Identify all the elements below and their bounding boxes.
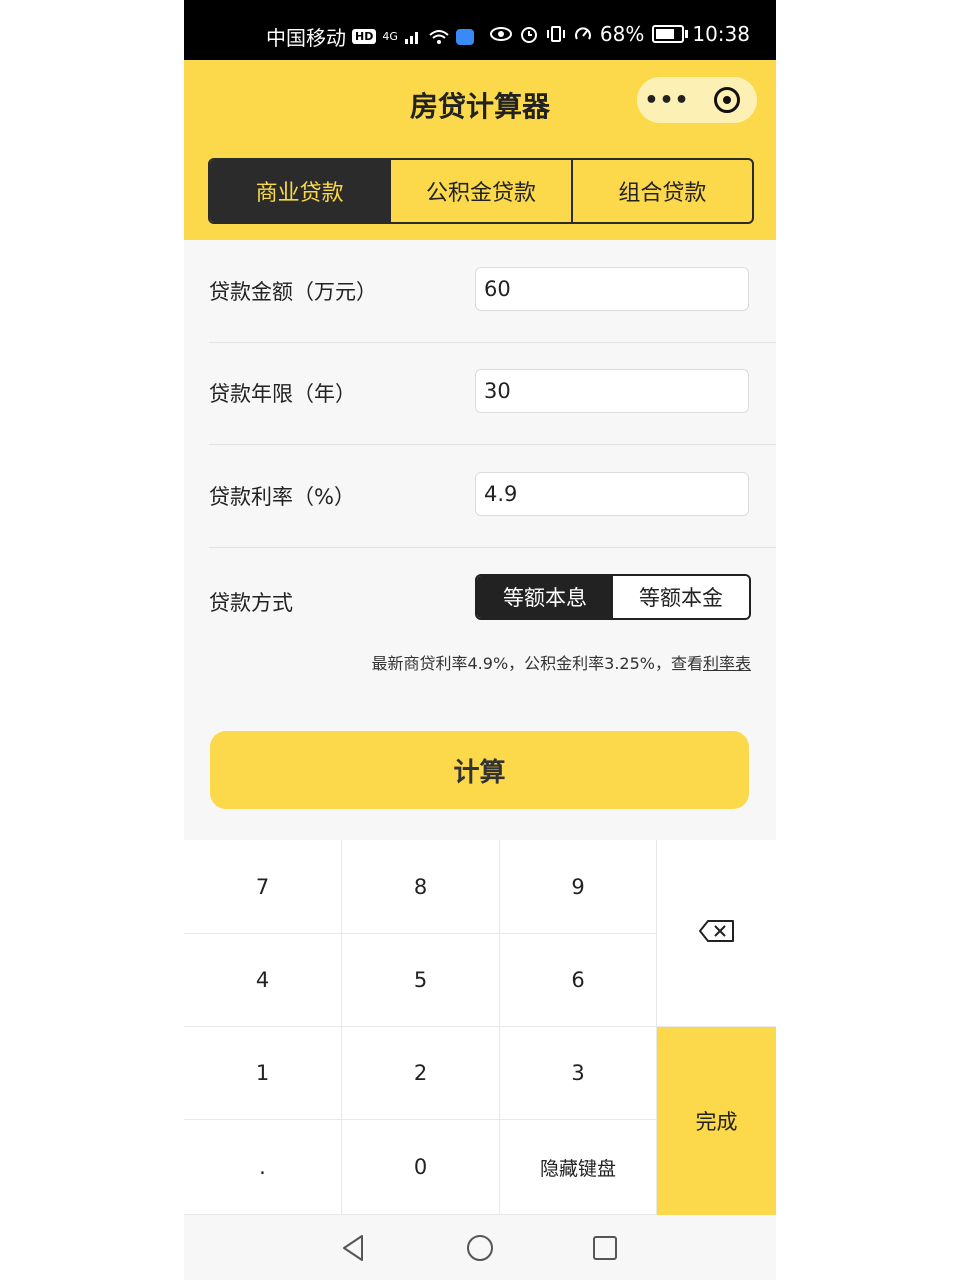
loan-rate-input[interactable]: 4.9: [475, 472, 749, 516]
backspace-key[interactable]: [657, 840, 776, 1027]
battery-percent: 68%: [599, 22, 645, 46]
more-icon[interactable]: •••: [637, 88, 697, 113]
repayment-method-row: 贷款方式 等额本息 等额本金: [209, 547, 776, 627]
backspace-icon: [698, 919, 736, 948]
key-0[interactable]: 0: [342, 1120, 500, 1215]
status-bar: 中国移动 HD 4G 68% 10:38: [184, 0, 776, 60]
rate-note: 最新商贷利率4.9%，公积金利率3.25%，查看利率表: [372, 650, 752, 674]
vibrate-icon: [546, 25, 566, 43]
loan-term-row: 贷款年限（年） 30: [209, 342, 776, 445]
loan-type-tabs: 商业贷款 公积金贷款 组合贷款: [208, 158, 754, 224]
key-7[interactable]: 7: [184, 840, 342, 934]
network-type: 4G: [382, 30, 398, 43]
repayment-method-label: 贷款方式: [209, 591, 293, 615]
loan-rate-label: 贷款利率（%）: [209, 485, 355, 509]
phone-screen: 中国移动 HD 4G 68% 10:38 房贷计算器 ••• 商业贷款 公积金贷…: [184, 0, 776, 1280]
mini-program-capsule: •••: [637, 77, 757, 123]
key-3[interactable]: 3: [500, 1027, 657, 1120]
loan-rate-row: 贷款利率（%） 4.9: [209, 445, 776, 548]
key-2[interactable]: 2: [342, 1027, 500, 1120]
recent-apps-icon[interactable]: [590, 1233, 620, 1263]
status-right: 68% 10:38: [489, 22, 750, 46]
loan-amount-row: 贷款金额（万元） 60: [209, 240, 776, 343]
battery-icon: [652, 25, 689, 43]
wifi-icon: [428, 28, 450, 46]
done-key[interactable]: 完成: [657, 1027, 776, 1215]
status-left: 中国移动 HD 4G: [266, 22, 474, 51]
method-equal-principal[interactable]: 等额本金: [613, 576, 749, 618]
numeric-keypad: 7 8 9 4 5 6 1 2 3 . 0 隐藏键盘 完成: [184, 840, 776, 1215]
alarm-icon: [520, 25, 538, 43]
speed-icon: [574, 25, 592, 43]
key-dot[interactable]: .: [184, 1120, 342, 1215]
rate-note-text: 最新商贷利率4.9%，公积金利率3.25%，查看: [371, 654, 703, 673]
system-nav-bar: [184, 1215, 776, 1280]
tab-provident-fund-loan[interactable]: 公积金贷款: [389, 160, 570, 222]
close-target-icon[interactable]: [697, 87, 757, 113]
signal-icon: [404, 29, 422, 45]
eye-icon: [489, 27, 512, 41]
key-4[interactable]: 4: [184, 934, 342, 1027]
cloud-icon: [455, 28, 474, 45]
method-equal-installment[interactable]: 等额本息: [477, 576, 613, 618]
hide-keyboard-key[interactable]: 隐藏键盘: [500, 1120, 657, 1215]
key-6[interactable]: 6: [500, 934, 657, 1027]
tab-combined-loan[interactable]: 组合贷款: [570, 160, 752, 222]
loan-amount-label: 贷款金额（万元）: [209, 280, 377, 304]
loan-form: 贷款金额（万元） 60 贷款年限（年） 30 贷款利率（%） 4.9 贷款方式 …: [184, 240, 776, 840]
key-9[interactable]: 9: [500, 840, 657, 934]
app-header: 房贷计算器 ••• 商业贷款 公积金贷款 组合贷款: [184, 60, 776, 240]
loan-term-label: 贷款年限（年）: [209, 382, 356, 406]
rate-table-link[interactable]: 利率表: [703, 654, 751, 673]
tab-commercial-loan[interactable]: 商业贷款: [210, 160, 390, 222]
loan-term-input[interactable]: 30: [475, 369, 749, 413]
key-5[interactable]: 5: [342, 934, 500, 1027]
hd-badge: HD: [352, 29, 377, 44]
calculate-button[interactable]: 计算: [210, 731, 749, 809]
key-1[interactable]: 1: [184, 1027, 342, 1120]
repayment-method-toggle: 等额本息 等额本金: [475, 574, 751, 620]
clock: 10:38: [692, 22, 750, 46]
loan-amount-input[interactable]: 60: [475, 267, 749, 311]
back-icon[interactable]: [338, 1233, 368, 1263]
key-8[interactable]: 8: [342, 840, 500, 934]
carrier-name: 中国移动: [266, 26, 346, 50]
home-icon[interactable]: [465, 1233, 495, 1263]
